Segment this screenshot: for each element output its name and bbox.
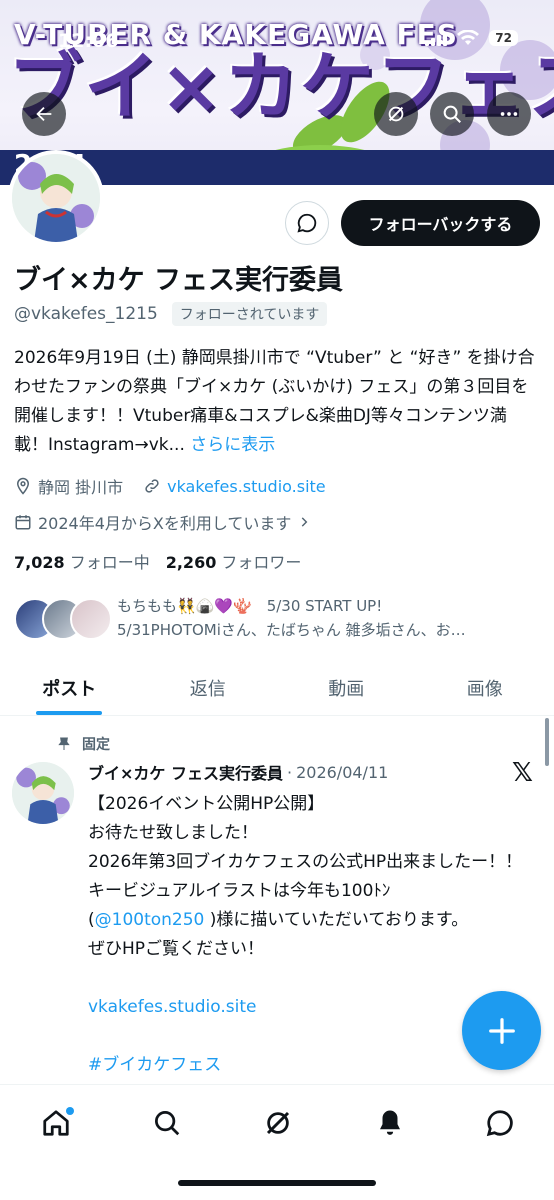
grok-icon (388, 106, 404, 122)
link-icon (145, 479, 159, 493)
follows-you-badge: フォローされています (171, 302, 328, 326)
follow-counts: 7,028 フォロー中 2,260 フォロワー (14, 549, 301, 573)
pin-icon (58, 737, 70, 750)
follow-back-button[interactable]: フォローバックする (341, 200, 540, 246)
bio: 2026年9月19日 (土) 静岡県掛川市で “Vtuber” と “好き” を… (14, 344, 540, 460)
search-icon (155, 1111, 180, 1136)
location: 静岡 掛川市 (38, 478, 124, 497)
mutuals-line-2: 5/31PHOTOMiさん、たばちゃん 雑多垢さん、お… (117, 621, 466, 639)
grok-icon (266, 1111, 290, 1135)
post-line: キービジュアルイラストは今年も100ﾄﾝ (88, 881, 391, 901)
status-icons: 72 (425, 30, 518, 46)
message-icon (486, 1110, 513, 1137)
avatar (70, 598, 112, 640)
post-line: ( (88, 910, 95, 930)
nav-messages[interactable] (476, 1099, 524, 1147)
more-button[interactable] (487, 92, 531, 136)
post-author-avatar[interactable] (12, 762, 74, 824)
website-link[interactable]: vkakefes.studio.site (167, 477, 326, 496)
wifi-icon (457, 30, 480, 45)
tab-videos[interactable]: 動画 (277, 660, 416, 715)
message-icon (297, 213, 317, 233)
battery-indicator: 72 (489, 30, 518, 46)
post-separator: · (286, 762, 293, 782)
pinned-indicator: 固定 (56, 734, 110, 754)
chevron-right-icon (302, 517, 308, 527)
profile-tabs: ポスト 返信 動画 画像 (0, 660, 554, 716)
nav-home[interactable] (32, 1099, 80, 1147)
post-line: )様に描いていただいております。 (204, 910, 469, 930)
post-header: ブイ×カケ フェス実行委員 · 2026/04/11 (88, 760, 388, 784)
joined-row[interactable]: 2024年4月からXを利用しています (14, 510, 311, 534)
post-line: お待たせ致しました！ (88, 823, 258, 843)
search-button[interactable] (430, 92, 474, 136)
post-line: 2026年第3回ブイカケフェスの公式HP出来ましたー！！ (88, 852, 523, 872)
mutual-followers-text[interactable]: もちもも👯🍙💜🪸 5/30 START UP! 5/31PHOTOMiさん、たば… (117, 594, 537, 642)
mutuals-line-1: もちもも👯🍙💜🪸 5/30 START UP! (117, 597, 383, 615)
scrollbar[interactable] (545, 718, 549, 766)
nav-grok[interactable] (254, 1099, 302, 1147)
handle-row: @vkakefes_1215 フォローされています (14, 302, 328, 326)
calendar-icon (15, 515, 31, 530)
search-icon (443, 105, 461, 123)
bell-icon (380, 1110, 400, 1135)
followers-label: フォロワー (221, 553, 302, 572)
compose-button[interactable] (462, 991, 541, 1070)
tab-posts[interactable]: ポスト (0, 660, 139, 715)
profile-banner[interactable]: 2024 V-TUBER & KAKEGAWA FES ブイ×カケフェス (0, 0, 554, 185)
grok-button[interactable] (374, 92, 418, 136)
pinned-label: 固定 (82, 737, 110, 753)
following-label: フォロー中 (69, 553, 150, 572)
signal-icon (425, 30, 448, 46)
more-icon (500, 112, 518, 116)
location-icon (16, 477, 30, 495)
show-more-link[interactable]: さらに表示 (190, 435, 275, 455)
joined-date: 2024年4月からXを利用しています (38, 514, 292, 533)
followers-count: 2,260 (165, 553, 217, 572)
handle: @vkakefes_1215 (14, 304, 158, 324)
tab-images[interactable]: 画像 (416, 660, 554, 715)
hashtag-link[interactable]: #ブイカケフェス (88, 1055, 221, 1075)
tab-replies[interactable]: 返信 (139, 660, 278, 715)
following-stat[interactable]: 7,028 フォロー中 (14, 549, 150, 573)
arrow-left-icon (36, 106, 52, 122)
post-author-name[interactable]: ブイ×カケ フェス実行委員 (88, 760, 283, 784)
nav-search[interactable] (143, 1099, 191, 1147)
x-logo-icon: 𝕏 (512, 758, 533, 788)
profile-meta: 静岡 掛川市 vkakefes.studio.site (14, 474, 326, 498)
mutual-followers-avatars[interactable] (14, 594, 112, 644)
nav-notifications[interactable] (366, 1099, 414, 1147)
following-count: 7,028 (14, 553, 65, 572)
status-time: 12:06 (58, 30, 119, 52)
followers-stat[interactable]: 2,260 フォロワー (166, 549, 302, 573)
notification-dot (66, 1107, 74, 1115)
plus-icon (488, 1017, 515, 1044)
mention-link[interactable]: @100ton250 (95, 910, 205, 930)
post-link[interactable]: vkakefes.studio.site (88, 997, 256, 1017)
message-button[interactable] (285, 201, 329, 245)
home-indicator (178, 1180, 376, 1186)
post-line: 【2026イベント公開HP公開】 (88, 794, 325, 814)
back-button[interactable] (22, 92, 66, 136)
post-date[interactable]: 2026/04/11 (296, 763, 388, 782)
profile-avatar[interactable] (8, 150, 104, 246)
display-name: ブイ×カケ フェス実行委員 (14, 265, 344, 296)
post-line: ぜひHPご覧ください！ (88, 939, 265, 959)
